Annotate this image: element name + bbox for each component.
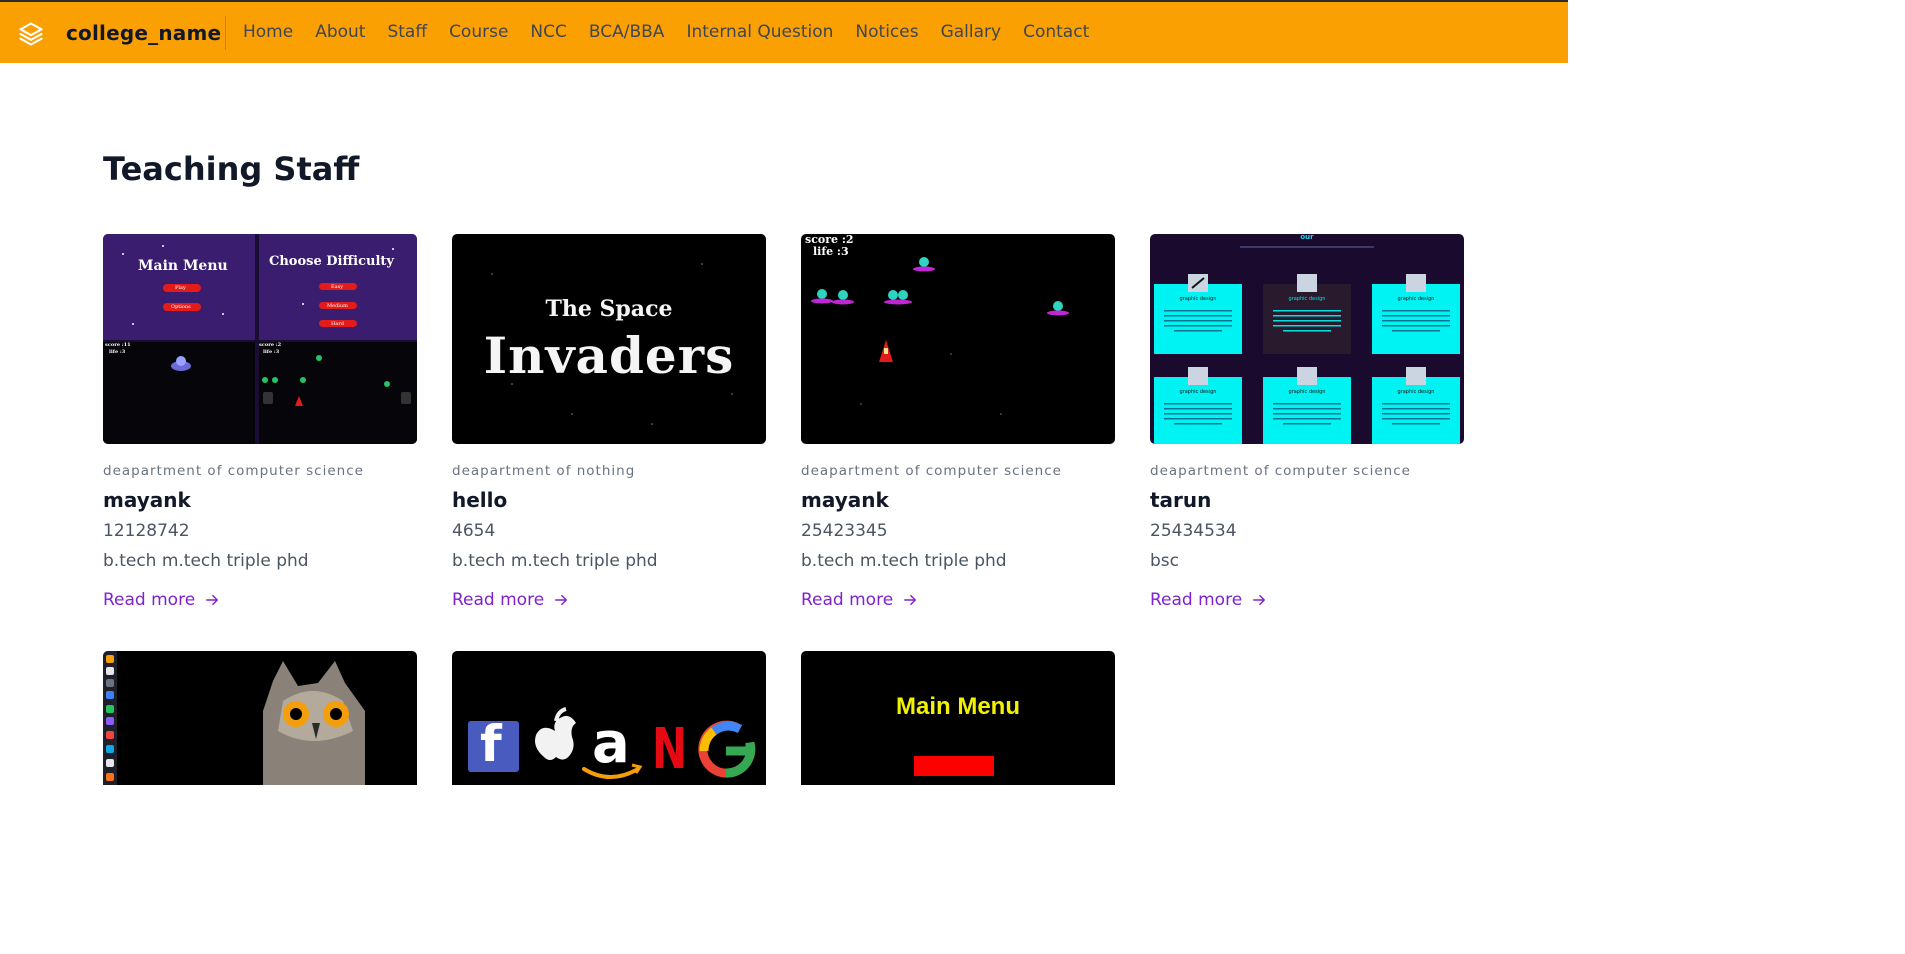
thumb-tile-label: graphic design [1397, 296, 1435, 302]
staff-department: deapartment of computer science [1150, 463, 1411, 479]
thumb-menu-play: Play [175, 285, 186, 291]
read-more-link[interactable]: Read more [801, 590, 917, 610]
thumb-menu-options: Options [171, 304, 191, 310]
staff-thumbnail[interactable]: our graphic design graphic design graphi… [1150, 234, 1464, 444]
nav-ncc[interactable]: NCC [530, 22, 566, 42]
thumb-menu-title: Main Menu [896, 693, 1020, 720]
nav-divider [225, 16, 226, 50]
staff-name: mayank [103, 488, 191, 512]
thumb-difficulty-title: Choose Difficulty [269, 254, 394, 269]
thumb-heading: our [1300, 234, 1314, 241]
nav-about[interactable]: About [315, 22, 365, 42]
read-more-link[interactable]: Read more [103, 590, 219, 610]
staff-thumbnail[interactable]: The Space Invaders [452, 234, 766, 444]
staff-name: mayank [801, 488, 889, 512]
arrow-right-icon [555, 594, 568, 606]
staff-department: deapartment of nothing [452, 463, 636, 479]
thumb-logo-amazon: a [592, 711, 630, 776]
staff-thumbnail[interactable]: score :2 life :3 [801, 234, 1115, 444]
layers-icon[interactable] [17, 20, 45, 48]
thumb-difficulty-medium: Medium [327, 303, 348, 309]
thumb-life-1: life :3 [109, 349, 126, 355]
nav-course[interactable]: Course [449, 22, 508, 42]
nav-gallary[interactable]: Gallary [941, 22, 1002, 42]
staff-card: f a N G [452, 651, 766, 785]
read-more-link[interactable]: Read more [452, 590, 568, 610]
arrow-right-icon [1253, 594, 1266, 606]
staff-phone: 25423345 [801, 521, 888, 541]
thumb-logo-facebook: f [480, 715, 502, 773]
arrow-right-icon [206, 594, 219, 606]
staff-degree: b.tech m.tech triple phd [801, 551, 1007, 571]
thumb-logo-google: G [702, 717, 703, 718]
staff-thumbnail-owl[interactable] [103, 651, 417, 785]
read-more-link[interactable]: Read more [1150, 590, 1266, 610]
thumb-score-1: score :11 [105, 342, 131, 348]
section-title: Teaching Staff [103, 150, 360, 188]
staff-card [103, 651, 417, 785]
nav-internal-question[interactable]: Internal Question [686, 22, 833, 42]
staff-department: deapartment of computer science [103, 463, 364, 479]
thumb-life: life :3 [813, 245, 849, 258]
staff-card: Main Menu [801, 651, 1115, 785]
nav-contact[interactable]: Contact [1023, 22, 1089, 42]
staff-card: The Space Invaders deapartment of nothin… [452, 234, 766, 610]
staff-phone: 25434534 [1150, 521, 1237, 541]
nav-home[interactable]: Home [243, 22, 293, 42]
brand-name[interactable]: college_name [66, 21, 221, 45]
staff-thumbnail-faang[interactable]: f a N G [452, 651, 766, 785]
staff-degree: bsc [1150, 551, 1179, 571]
staff-card: our graphic design graphic design graphi… [1150, 234, 1464, 610]
thumb-difficulty-hard: Hard [331, 321, 344, 327]
staff-phone: 12128742 [103, 521, 190, 541]
staff-card: Main Menu Play Options Choose Difficulty… [103, 234, 417, 610]
staff-thumbnail-game-menu[interactable]: Main Menu [801, 651, 1115, 785]
staff-card: score :2 life :3 deapartment of computer… [801, 234, 1115, 610]
staff-name: tarun [1150, 488, 1212, 512]
thumb-title-line2: Invaders [483, 326, 735, 385]
read-more-label: Read more [103, 590, 196, 610]
nav-bca-bba[interactable]: BCA/BBA [589, 22, 665, 42]
thumb-menu-title: Main Menu [138, 258, 228, 274]
thumb-life-2: life :3 [263, 349, 280, 355]
read-more-label: Read more [801, 590, 894, 610]
staff-degree: b.tech m.tech triple phd [103, 551, 309, 571]
thumb-title-line1: The Space [545, 296, 673, 322]
staff-phone: 4654 [452, 521, 496, 541]
thumb-tile-label: graphic design [1179, 389, 1217, 395]
nav-menu: Home About Staff Course NCC BCA/BBA Inte… [243, 22, 1089, 42]
thumb-difficulty-easy: Easy [331, 284, 344, 290]
thumb-logo-netflix: N [652, 717, 688, 782]
staff-name: hello [452, 488, 508, 512]
thumb-tile-label: graphic design [1179, 296, 1217, 302]
staff-degree: b.tech m.tech triple phd [452, 551, 658, 571]
read-more-label: Read more [452, 590, 545, 610]
staff-thumbnail[interactable]: Main Menu Play Options Choose Difficulty… [103, 234, 417, 444]
nav-notices[interactable]: Notices [855, 22, 918, 42]
nav-staff[interactable]: Staff [387, 22, 427, 42]
thumb-score-2: score :2 [259, 342, 282, 348]
navbar: college_name Home About Staff Course NCC… [0, 0, 1568, 63]
thumb-tile-label: graphic design [1288, 296, 1326, 302]
thumb-tile-label: graphic design [1397, 389, 1435, 395]
thumb-tile-label: graphic design [1288, 389, 1326, 395]
staff-department: deapartment of computer science [801, 463, 1062, 479]
arrow-right-icon [904, 594, 917, 606]
read-more-label: Read more [1150, 590, 1243, 610]
